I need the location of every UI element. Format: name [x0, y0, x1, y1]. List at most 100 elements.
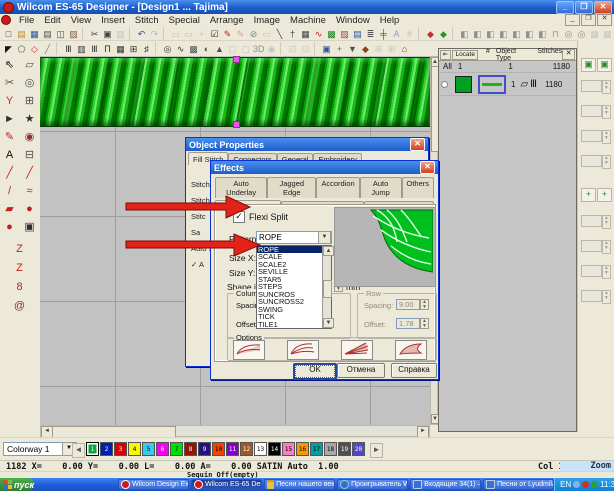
colorway-combobox[interactable]: Colorway 1 ▼ — [3, 442, 77, 456]
lettering-tool-icon[interactable]: A — [1, 148, 18, 164]
contour-icon[interactable]: ◐ — [200, 42, 213, 55]
run-red-1-icon[interactable]: ╱ — [1, 166, 18, 182]
palette-color-10[interactable]: 10 — [212, 442, 225, 456]
pattern-combobox[interactable]: ROPE ▼ — [256, 231, 332, 244]
run-red-2-icon[interactable]: ╱ — [21, 166, 38, 182]
visibility-dot-icon[interactable] — [441, 81, 448, 88]
palette-color-9[interactable]: 9 — [198, 442, 211, 456]
palette-color-20[interactable]: 20 — [352, 442, 365, 456]
effects-close-icon[interactable]: ✕ — [420, 161, 435, 174]
spiral-icon[interactable]: @ — [11, 299, 28, 315]
menu-machine[interactable]: Machine — [285, 15, 331, 26]
plus-green-icon[interactable]: + — [333, 42, 346, 55]
auto-digitize-icon[interactable]: ▣ — [21, 220, 38, 236]
selection-handle[interactable] — [233, 56, 240, 63]
dropdown-scrollbar[interactable]: ▲ ▼ — [322, 246, 331, 328]
pen-red-tool-icon[interactable]: ✎ — [1, 130, 18, 146]
select-icon[interactable]: ◤ — [2, 42, 15, 55]
sim-frame-7-icon[interactable]: ◧ — [536, 27, 549, 40]
taskbar-button-3[interactable]: Песни нашего века — [264, 479, 335, 490]
sim-frame-3-icon[interactable]: ◧ — [484, 27, 497, 40]
run-circle-icon[interactable]: ◎ — [161, 42, 174, 55]
menu-arrange[interactable]: Arrange — [205, 15, 249, 26]
stop-red-icon[interactable]: ● — [1, 220, 18, 236]
object-properties-title-bar[interactable]: Object Properties ✕ — [186, 138, 428, 151]
list-view-icon[interactable]: ≣ — [364, 27, 377, 40]
pattern-option-tile1[interactable]: TILE1 — [257, 321, 331, 328]
menu-stitch[interactable]: Stitch — [130, 15, 164, 26]
taskbar-button-6[interactable]: Песни от Lyudmila K... — [483, 479, 554, 490]
option-preview-3-button[interactable] — [341, 340, 373, 360]
close-button[interactable]: ✕ — [594, 1, 612, 14]
all-objects-row[interactable]: All 1 1 1180 — [439, 61, 576, 73]
option-preview-1-button[interactable] — [233, 340, 265, 360]
photo-icon[interactable]: ▨ — [338, 27, 351, 40]
screen-capture-icon[interactable]: ▨ — [67, 27, 80, 40]
restore-button[interactable]: ❐ — [575, 1, 593, 14]
thread-table-icon[interactable]: ▦ — [299, 27, 312, 40]
palette-scroll-right-icon[interactable]: ► — [370, 443, 383, 458]
palette-color-11[interactable]: 11 — [226, 442, 239, 456]
cd-1-icon[interactable]: ◎ — [562, 27, 575, 40]
palette-color-4[interactable]: 4 — [128, 442, 141, 456]
pencil-line-icon[interactable]: ╲ — [273, 27, 286, 40]
menu-edit[interactable]: Edit — [39, 15, 65, 26]
arrow-down-icon[interactable]: ▼ — [346, 42, 359, 55]
star-tool-icon[interactable]: ★ — [21, 112, 38, 128]
palette-color-12[interactable]: 12 — [240, 442, 253, 456]
sim-frame-5-icon[interactable]: ◧ — [510, 27, 523, 40]
node-green-2-icon[interactable]: ▣ — [597, 58, 612, 72]
tab-accordion[interactable]: Accordion — [316, 177, 359, 198]
reshape-icon[interactable]: ⬠ — [15, 42, 28, 55]
zigzag-stitch-icon[interactable]: Ⅲ — [88, 42, 101, 55]
dropdown-scroll-thumb[interactable] — [323, 280, 332, 298]
grid-tool-icon[interactable]: ⊞ — [21, 94, 38, 110]
needle-icon[interactable]: † — [286, 27, 299, 40]
locate-button[interactable]: Locate — [452, 50, 478, 60]
sim-frame-4-icon[interactable]: ◧ — [497, 27, 510, 40]
taskbar-button-1[interactable]: Wilcom Design Explorer — [118, 479, 189, 490]
embroidery-band-object[interactable] — [40, 57, 430, 127]
dropdown-scroll-up-icon[interactable]: ▲ — [323, 246, 334, 256]
pattern-fill-icon[interactable]: ⊞ — [127, 42, 140, 55]
palette-color-15[interactable]: 15 — [282, 442, 295, 456]
satin-red-icon[interactable]: ▰ — [1, 202, 18, 218]
mdi-close-button[interactable]: ✕ — [597, 14, 612, 26]
image-green-icon[interactable]: ▩ — [325, 27, 338, 40]
undo-icon[interactable]: ↶ — [135, 27, 148, 40]
mdi-restore-button[interactable]: ❐ — [581, 14, 596, 26]
open-icon[interactable]: ▤ — [15, 27, 28, 40]
tab-jagged-edge[interactable]: Jagged Edge — [267, 177, 316, 198]
taskbar-button-2[interactable]: Wilcom ES-65 Design... — [191, 479, 262, 490]
option-preview-4-button[interactable] — [395, 340, 427, 360]
palette-color-1[interactable]: 1 — [86, 442, 99, 456]
node-green-1-icon[interactable]: ▣ — [581, 58, 596, 72]
bean-red-icon[interactable]: / — [1, 184, 18, 200]
motif-8-icon[interactable]: 8 — [11, 280, 28, 296]
palette-color-18[interactable]: 18 — [324, 442, 337, 456]
palette-color-19[interactable]: 19 — [338, 442, 351, 456]
horizontal-scrollbar[interactable]: ◄ ► — [40, 425, 430, 437]
language-indicator[interactable]: EN — [560, 480, 571, 489]
tab-auto-jump[interactable]: Auto Jump — [360, 177, 402, 198]
satin-stitch-icon[interactable]: Ⅲ — [62, 42, 75, 55]
save-icon[interactable]: ▦ — [28, 27, 41, 40]
menu-file[interactable]: File — [14, 15, 39, 26]
film-icon[interactable]: ▤ — [351, 27, 364, 40]
column-z1-icon[interactable]: Z — [11, 242, 28, 258]
dropdown-scroll-down-icon[interactable]: ▼ — [323, 318, 334, 328]
palette-color-7[interactable]: 7 — [170, 442, 183, 456]
ok-button[interactable]: OK — [293, 363, 337, 380]
object-row[interactable]: 1 ▱ Ⅲ 1180 — [439, 73, 576, 96]
wave-red-icon[interactable]: ∿ — [312, 27, 325, 40]
tab-others[interactable]: Others — [402, 177, 435, 198]
print-preview-icon[interactable]: ◫ — [54, 27, 67, 40]
fill-stitch-icon[interactable]: ▦ — [114, 42, 127, 55]
new-icon[interactable]: □ — [2, 27, 15, 40]
yellow-block-icon[interactable]: ▭ — [260, 27, 273, 40]
cut-icon[interactable]: ✂ — [88, 27, 101, 40]
cancel-button[interactable]: Отмена — [337, 363, 385, 378]
menu-view[interactable]: View — [66, 15, 96, 26]
column-z2-icon[interactable]: Z — [11, 261, 28, 277]
palette-color-13[interactable]: 13 — [254, 442, 267, 456]
